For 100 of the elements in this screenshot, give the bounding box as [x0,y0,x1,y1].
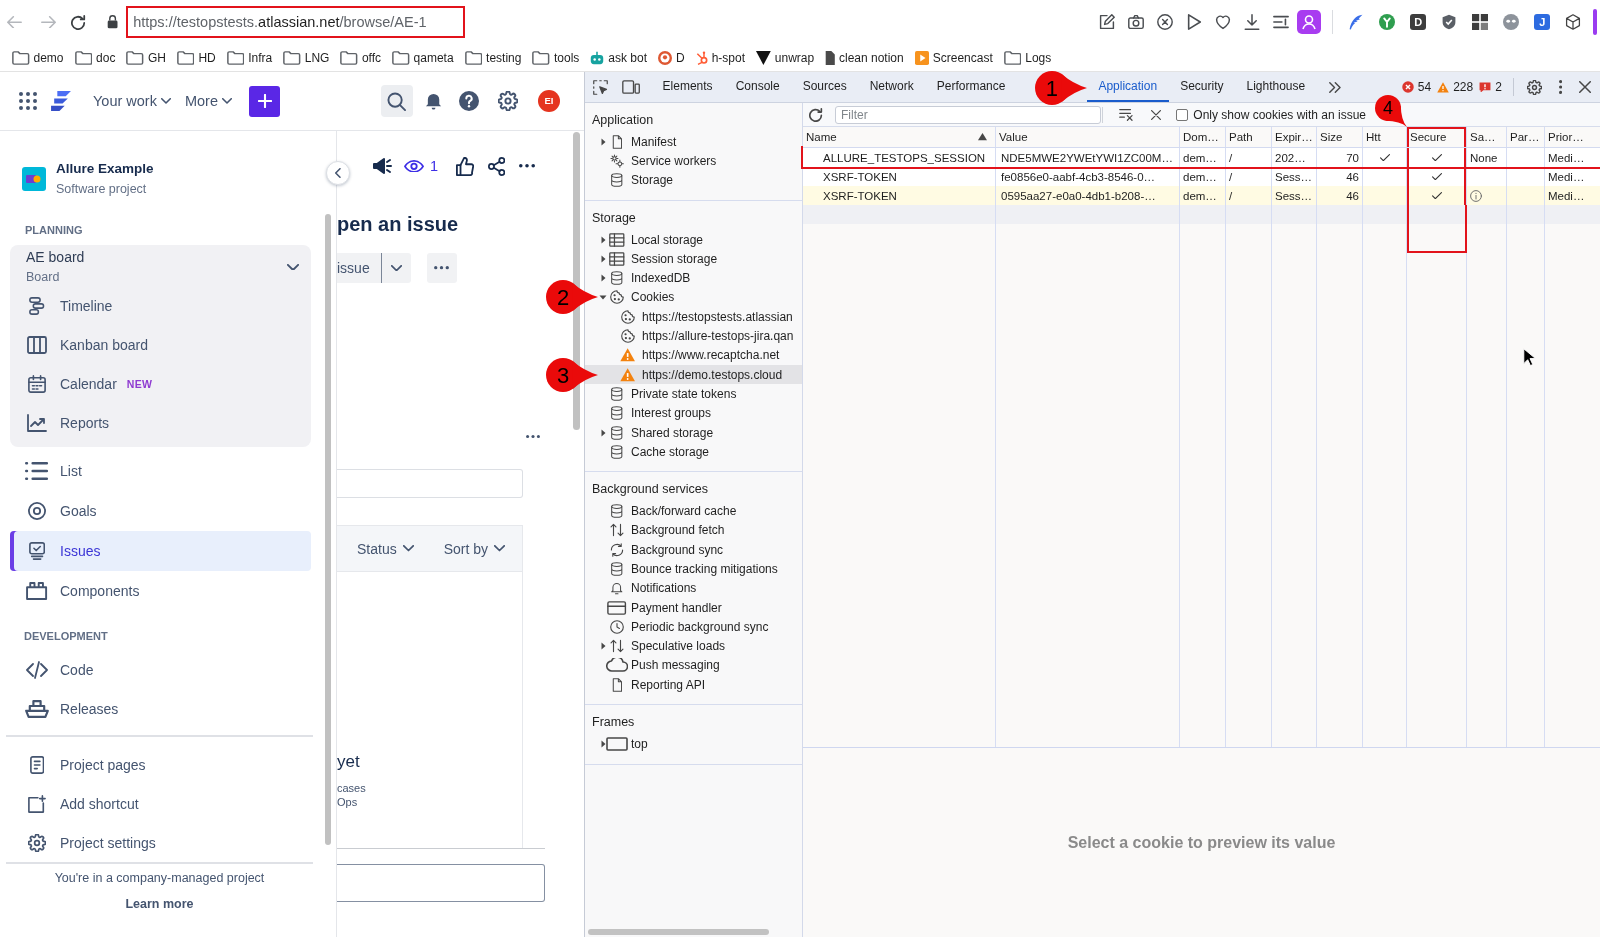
megaphone-icon[interactable] [373,158,393,174]
camera-icon[interactable] [1128,14,1145,30]
refresh-icon[interactable] [809,107,823,122]
tab[interactable]: Elements [651,72,725,102]
settings-icon[interactable] [1526,79,1542,95]
share-icon[interactable] [488,156,506,176]
expand-arrow-icon[interactable] [600,137,606,146]
tree-item[interactable]: Service workers [585,151,802,171]
tree-item[interactable]: Background fetch [585,520,802,541]
side-panel-handle[interactable] [1593,9,1598,35]
bookmark[interactable]: HD [176,50,216,65]
circle-x-icon[interactable] [1157,14,1174,30]
tree-item[interactable]: https://allure-testops-jira.qan [585,326,802,346]
tree-item[interactable]: Cache storage [585,442,802,462]
column-header[interactable]: Prior… [1545,127,1600,147]
devices-icon[interactable] [622,80,641,94]
menu-button[interactable]: More [184,93,232,109]
inspect-icon[interactable] [593,79,608,95]
filter-button[interactable]: Sort by [443,540,506,557]
shield-icon[interactable] [1441,14,1458,30]
issue-count[interactable]: 2 [1479,80,1502,94]
mask-icon[interactable] [1503,14,1520,30]
app-grid-icon[interactable] [19,92,37,110]
tree-item[interactable]: Notifications [585,578,802,598]
settings-icon[interactable] [498,91,518,111]
bookmark[interactable]: tools [532,50,580,65]
sort-arrow-icon[interactable] [978,133,987,141]
blocks-icon[interactable] [1472,14,1489,30]
tree-item[interactable]: Payment handler [585,597,802,618]
more-icon[interactable] [526,435,540,439]
tree-item[interactable]: Storage [585,170,802,190]
tab[interactable]: Network [858,72,926,102]
heart-icon[interactable] [1215,14,1232,30]
learn-more-link[interactable]: Learn more [125,896,194,912]
double-chevron-icon[interactable] [1328,81,1341,93]
bookmark[interactable]: Screencast [914,50,993,65]
board-title[interactable]: AE board [26,248,287,266]
column-header[interactable]: Par… [1507,127,1545,147]
sidebar-item[interactable]: Timeline [10,286,311,325]
tab[interactable]: Sources [791,72,859,102]
warning-count[interactable]: 228 [1437,80,1474,94]
tree-item[interactable]: Reporting API [585,675,802,695]
info-icon[interactable] [1470,189,1482,202]
feather-icon[interactable] [1348,14,1365,30]
more-icon[interactable] [519,164,536,168]
column-header[interactable]: Secure [1407,127,1467,147]
cube-icon[interactable] [1565,14,1582,30]
checkbox-label[interactable]: Only show cookies with an issue [1193,107,1367,122]
sidebar-item[interactable]: Releases [10,689,311,728]
bookmark[interactable]: doc [74,50,116,65]
menu-button[interactable]: Your work [93,93,171,109]
error-count[interactable]: 54 [1401,80,1432,94]
bookmark[interactable]: testing [464,50,522,65]
bookmark[interactable]: ask bot [590,50,647,65]
action-button[interactable]: issue [337,253,381,283]
tree-item[interactable]: Bounce tracking mitigations [585,559,802,579]
thumbs-up-icon[interactable] [456,156,475,176]
column-header[interactable]: Value [996,127,1180,147]
tab[interactable]: Security [1168,72,1235,102]
column-header[interactable]: Htt [1363,127,1407,147]
bookmark[interactable]: h-spot [695,50,746,65]
checkbox[interactable] [1176,108,1189,121]
close-icon[interactable] [1579,81,1591,93]
tab[interactable]: Console [724,72,792,102]
expand-arrow-icon[interactable] [600,274,606,283]
expand-arrow-icon[interactable] [600,428,606,437]
logo-icon[interactable] [50,90,72,112]
bookmark[interactable]: qameta [392,50,454,65]
tree-item[interactable]: Background sync [585,540,802,560]
tree-item[interactable]: Push messaging [585,655,802,676]
bell-icon[interactable] [424,91,442,111]
sidebar-item[interactable]: Reports [10,403,311,442]
sidebar-item[interactable]: Project pages [10,745,311,784]
tree-item[interactable]: top [585,734,802,754]
column-header[interactable]: Path [1226,127,1272,147]
more-button[interactable] [426,253,457,283]
bookmark[interactable]: LNG [283,50,330,65]
reload-icon[interactable] [71,14,86,30]
dropdown-button[interactable] [380,253,411,283]
bookmark[interactable]: unwrap [756,50,815,65]
scrollbar[interactable] [325,214,331,845]
column-header[interactable]: Size [1317,127,1363,147]
edit-icon[interactable] [1099,14,1116,30]
tree-item[interactable]: https://demo.testops.cloud [585,364,802,385]
tab[interactable]: Lighthouse [1235,72,1317,102]
bookmark[interactable]: offc [340,50,382,65]
sidebar-item[interactable]: Calendar NEW [10,364,311,403]
sprout-icon[interactable] [1379,14,1396,30]
expand-arrow-icon[interactable] [599,294,607,300]
chevron-down-icon[interactable] [287,263,299,271]
column-header[interactable]: Name [803,127,996,147]
sidebar-item[interactable]: Kanban board [10,325,311,364]
scrollbar[interactable] [588,929,769,935]
kebab-menu-icon[interactable] [1558,80,1562,94]
address-field[interactable]: https://testopstests.atlassian.net/browse/AE-1 [126,6,466,38]
create-button[interactable] [249,85,280,117]
clear-filter-icon[interactable] [1119,108,1135,121]
bookmark[interactable]: Logs [1003,50,1052,65]
expand-arrow-icon[interactable] [600,235,606,244]
bookmark[interactable]: clean notion [825,50,904,65]
